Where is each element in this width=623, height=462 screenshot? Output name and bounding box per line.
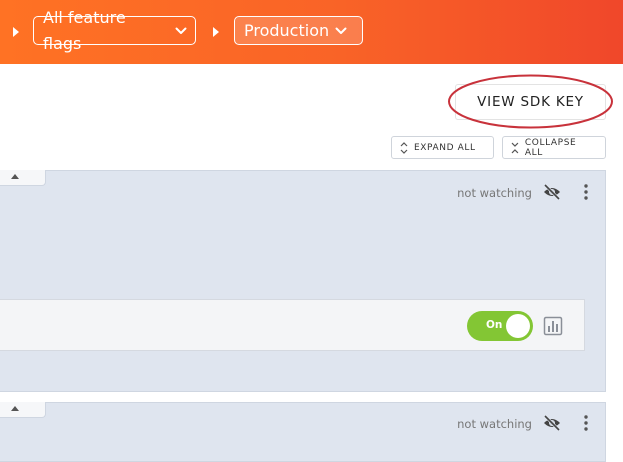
breadcrumb-arrow-icon <box>213 27 219 37</box>
collapse-all-button[interactable]: COLLAPSE ALL <box>502 136 606 159</box>
flag-card: not watching On <box>0 170 606 392</box>
collapse-card-tab[interactable] <box>0 170 46 186</box>
collapse-card-tab[interactable] <box>0 402 46 418</box>
chevron-down-icon <box>175 27 187 34</box>
collapse-icon <box>511 142 519 153</box>
watch-status: not watching <box>457 186 532 200</box>
environment-row: On <box>0 299 585 351</box>
expand-all-button[interactable]: EXPAND ALL <box>391 136 494 159</box>
expand-all-label: EXPAND ALL <box>414 142 476 153</box>
eye-off-icon[interactable] <box>543 415 561 431</box>
flag-card: not watching <box>0 402 606 462</box>
toggle-knob <box>506 314 530 338</box>
chevron-down-icon <box>335 27 347 34</box>
top-header: All feature flags Production <box>0 0 623 64</box>
collapse-all-label: COLLAPSE ALL <box>524 137 577 158</box>
breadcrumb-all-feature-flags[interactable]: All feature flags <box>33 8 196 53</box>
eye-off-icon[interactable] <box>543 184 561 200</box>
more-options-icon[interactable] <box>584 415 588 431</box>
bar-chart-icon[interactable] <box>543 316 563 336</box>
breadcrumb-arrow-icon <box>13 27 19 37</box>
view-sdk-key-button[interactable]: VIEW SDK KEY <box>455 84 606 120</box>
watch-status: not watching <box>457 417 532 431</box>
expand-icon <box>400 141 408 154</box>
breadcrumb-environment[interactable]: Production <box>234 16 363 45</box>
more-options-icon[interactable] <box>584 184 588 200</box>
breadcrumb-label: All feature flags <box>43 7 126 53</box>
toggle-label: On <box>486 319 503 331</box>
flag-toggle[interactable]: On <box>467 311 533 341</box>
breadcrumb-label: Production <box>244 20 330 40</box>
